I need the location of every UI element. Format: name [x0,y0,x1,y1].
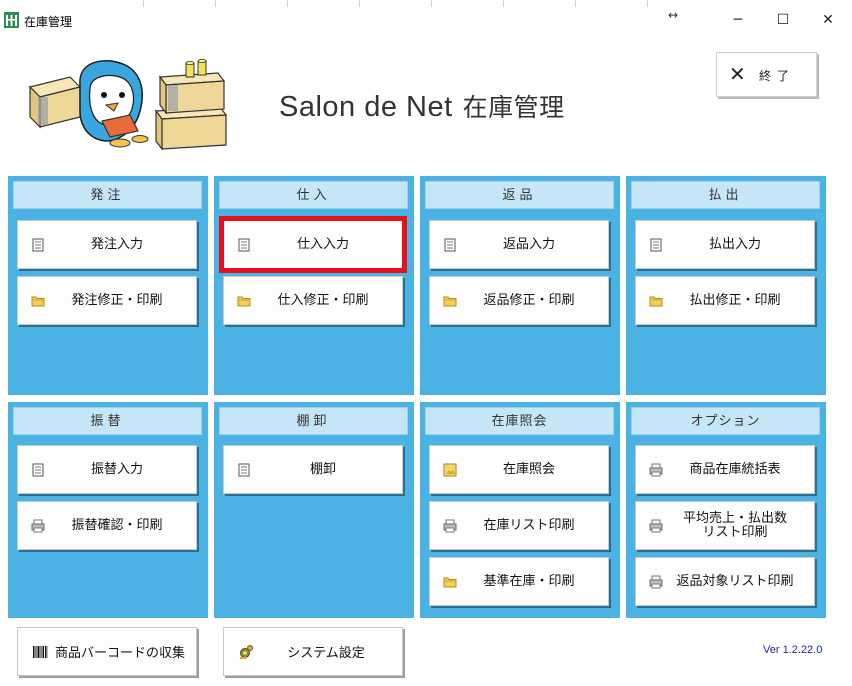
app-icon [4,12,19,28]
panel-returns-header: 返品 [425,181,614,209]
titlebar-divider [143,0,144,7]
purchase-edit-print-label: 仕入修正・印刷 [277,292,369,308]
app-title: Salon de Net 在庫管理 [279,88,565,124]
document-icon [32,238,44,252]
folder-icon [649,296,663,307]
payout-edit-print-label: 払出修正・印刷 [689,292,781,308]
exit-button[interactable]: ✕ 終了 [716,52,817,97]
titlebar-divider [503,0,504,7]
mascot-illustration [28,59,228,150]
average-sales-list-print-label: 平均売上・払出数 リスト印刷 [682,510,787,540]
stock-list-print-button[interactable]: 在庫リスト印刷 [429,501,609,550]
order-entry-label: 発注入力 [90,236,143,252]
close-button[interactable]: ✕ [807,6,849,34]
resize-arrows-icon: ↔ [668,8,679,22]
order-edit-print-button[interactable]: 発注修正・印刷 [17,276,197,325]
panel-payout-header: 払出 [631,181,820,209]
payout-edit-print-button[interactable]: 払出修正・印刷 [635,276,815,325]
folder-icon [31,296,45,307]
barcode-collection-button[interactable]: 商品バーコードの収集 [17,627,197,676]
app-title-latin: Salon de Net [279,91,453,123]
payout-entry-button[interactable]: 払出入力 [635,220,815,269]
titlebar-divider [215,0,216,7]
stocktake-button[interactable]: 棚卸 [223,445,403,494]
folder-icon [443,296,457,307]
document-icon [238,463,250,477]
return-target-list-print-button[interactable]: 返品対象リスト印刷 [635,557,815,606]
purchase-entry-label: 仕入入力 [296,236,349,252]
panel-options-header: オプション [631,407,820,435]
panel-returns: 返品 返品入力 返品修正・印刷 [420,176,620,395]
system-settings-label: システム設定 [287,646,365,661]
barcode-icon [33,646,48,658]
panel-stocktake: 棚卸 棚卸 [214,402,414,618]
app-title-jp: 在庫管理 [462,94,565,122]
titlebar-divider [647,0,648,7]
panel-inquiry-header: 在庫照会 [425,407,614,435]
standard-stock-print-label: 基準在庫・印刷 [483,573,575,589]
document-icon [32,463,44,477]
maximize-button[interactable]: ☐ [762,6,804,34]
panel-purchase-header: 仕入 [219,181,408,209]
version-label: Ver 1.2.22.0 [763,644,823,656]
stocktake-label: 棚卸 [309,461,336,477]
transfer-confirm-print-label: 振替確認・印刷 [71,517,163,533]
printer-icon [31,519,45,533]
title-bar: 在庫管理 ↔ ─ ☐ ✕ [0,0,852,40]
folder-icon [443,577,457,588]
panel-order-header: 発注 [13,181,202,209]
panel-inquiry: 在庫照会 在庫照会 在庫リスト印刷 基準在庫・印刷 [420,402,620,618]
minimize-button[interactable]: ─ [717,6,759,34]
panel-order: 発注 発注入力 発注修正・印刷 [8,176,208,395]
titlebar-divider [431,0,432,7]
product-stock-summary-label: 商品在庫統括表 [689,461,781,477]
gear-icon [240,645,253,659]
payout-entry-label: 払出入力 [708,236,761,252]
average-sales-list-print-button[interactable]: 平均売上・払出数 リスト印刷 [635,501,815,550]
folder-icon [237,296,251,307]
purchase-entry-button[interactable]: 仕入入力 [219,216,407,273]
panel-stocktake-header: 棚卸 [219,407,408,435]
titlebar-divider [287,0,288,7]
document-icon [238,238,250,252]
returns-entry-label: 返品入力 [502,236,555,252]
panel-purchase: 仕入 仕入入力 仕入修正・印刷 [214,176,414,395]
return-target-list-print-label: 返品対象リスト印刷 [676,573,794,589]
exit-label: 終了 [759,69,796,83]
stock-list-print-label: 在庫リスト印刷 [483,517,575,533]
order-entry-button[interactable]: 発注入力 [17,220,197,269]
returns-edit-print-button[interactable]: 返品修正・印刷 [429,276,609,325]
image-icon [443,463,457,477]
panel-payout: 払出 払出入力 払出修正・印刷 [626,176,826,395]
panel-transfer: 振替 振替入力 振替確認・印刷 [8,402,208,618]
printer-icon [443,519,457,533]
document-icon [650,238,662,252]
transfer-confirm-print-button[interactable]: 振替確認・印刷 [17,501,197,550]
order-edit-print-label: 発注修正・印刷 [71,292,163,308]
document-icon [444,238,456,252]
printer-icon [649,519,663,533]
transfer-entry-button[interactable]: 振替入力 [17,445,197,494]
panel-transfer-header: 振替 [13,407,202,435]
returns-edit-print-label: 返品修正・印刷 [483,292,575,308]
returns-entry-button[interactable]: 返品入力 [429,220,609,269]
standard-stock-print-button[interactable]: 基準在庫・印刷 [429,557,609,606]
panel-options: オプション 商品在庫統括表 平均売上・払出数 リスト印刷 返品対象リスト印刷 [626,402,826,618]
transfer-entry-label: 振替入力 [90,461,143,477]
purchase-edit-print-button[interactable]: 仕入修正・印刷 [223,276,403,325]
titlebar-divider [359,0,360,7]
product-stock-summary-button[interactable]: 商品在庫統括表 [635,445,815,494]
stock-inquiry-button[interactable]: 在庫照会 [429,445,609,494]
titlebar-divider [575,0,576,7]
window-title: 在庫管理 [24,15,73,29]
printer-icon [649,575,663,589]
system-settings-button[interactable]: システム設定 [223,627,403,676]
exit-icon: ✕ [729,62,746,86]
stock-inquiry-label: 在庫照会 [502,461,555,477]
app-window: 在庫管理 ↔ ─ ☐ ✕ Salon de Net 在庫管理 ✕ 終了 発注 発… [0,0,852,686]
barcode-collection-label: 商品バーコードの収集 [54,646,185,661]
printer-icon [649,463,663,477]
